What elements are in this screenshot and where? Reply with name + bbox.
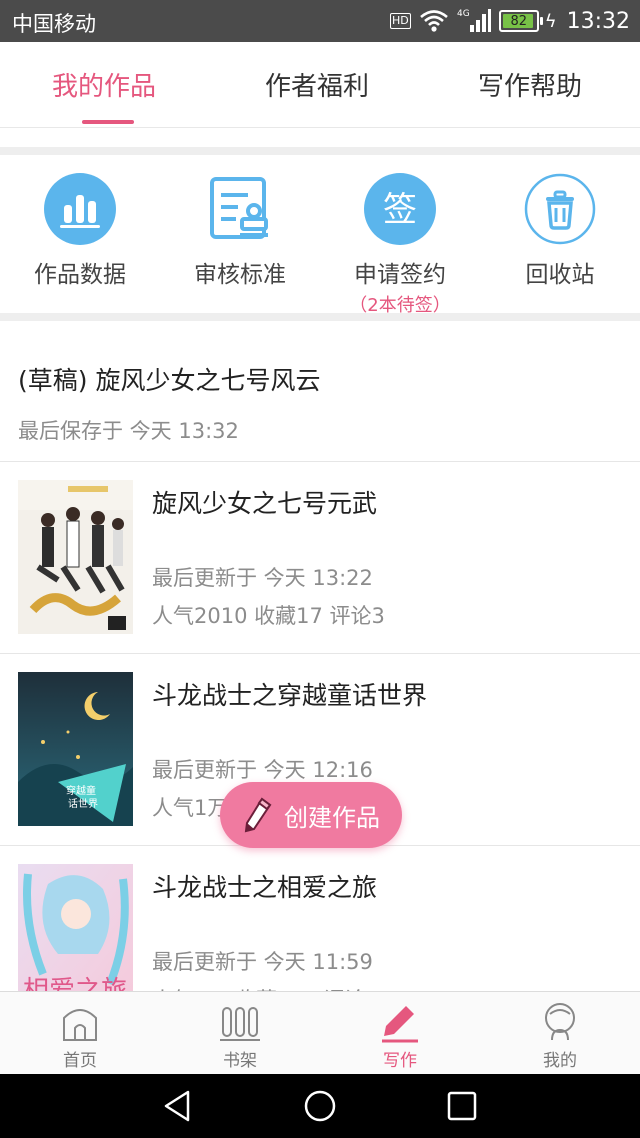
work-last-updated: 最后更新于 今天 11:59 bbox=[152, 950, 373, 974]
network-type: 4G bbox=[457, 9, 470, 19]
tab-writing-help[interactable]: 写作帮助 bbox=[478, 66, 582, 103]
nav-label: 首页 bbox=[63, 1051, 97, 1071]
home-icon bbox=[63, 1009, 97, 1041]
action-recycle-bin[interactable]: 回收站 bbox=[490, 173, 630, 289]
pencil-icon bbox=[244, 797, 272, 833]
nav-label: 我的 bbox=[543, 1051, 577, 1071]
profile-icon bbox=[545, 1003, 575, 1041]
work-list-item[interactable]: 旋风少女之七号元武 最后更新于 今天 13:22 人气2010 收藏17 评论3 bbox=[0, 462, 640, 654]
charging-icon: ϟ bbox=[544, 10, 557, 32]
action-label: 回收站 bbox=[525, 262, 595, 288]
battery-icon: 82 bbox=[498, 10, 543, 32]
carrier-name: 中国移动 bbox=[12, 12, 96, 36]
hd-badge: HD bbox=[389, 13, 411, 29]
quick-actions: 作品数据 审核标准 签 申请签约 （2本待签） 回收站 bbox=[0, 155, 640, 316]
work-stats: 人气2010 收藏17 评论3 bbox=[152, 604, 385, 628]
book-cover-image: 穿越童 话世界 bbox=[18, 672, 133, 826]
create-work-label: 创建作品 bbox=[284, 803, 380, 832]
draft-list-item[interactable]: (草稿) 旋风少女之七号风云 最后保存于 今天 13:32 bbox=[0, 321, 640, 462]
back-icon[interactable] bbox=[160, 1088, 196, 1124]
home-circle-icon[interactable] bbox=[302, 1088, 338, 1124]
cover-title-text: 穿越童 bbox=[66, 784, 96, 797]
nav-bookshelf[interactable]: 书架 bbox=[190, 1000, 290, 1071]
action-work-data[interactable]: 作品数据 bbox=[10, 173, 150, 289]
work-title: 斗龙战士之穿越童话世界 bbox=[152, 681, 428, 710]
section-divider bbox=[0, 313, 640, 321]
status-time: 13:32 bbox=[566, 8, 630, 34]
action-label: 申请签约 bbox=[354, 262, 446, 288]
sign-icon: 签 bbox=[364, 173, 436, 245]
bar-chart-icon bbox=[44, 173, 116, 245]
system-navigation-bar bbox=[0, 1074, 640, 1138]
work-last-updated: 最后更新于 今天 13:22 bbox=[152, 566, 373, 590]
top-tabs: 我的作品 作者福利 写作帮助 bbox=[0, 42, 640, 128]
nav-write[interactable]: 写作 bbox=[350, 1000, 450, 1071]
document-stamp-icon bbox=[210, 177, 268, 239]
recent-apps-icon[interactable] bbox=[444, 1088, 480, 1124]
active-tab-indicator bbox=[82, 120, 134, 124]
create-work-button[interactable]: 创建作品 bbox=[220, 782, 402, 848]
action-review-standards[interactable]: 审核标准 bbox=[170, 173, 310, 289]
work-title: 旋风少女之七号元武 bbox=[152, 489, 378, 518]
draft-title: (草稿) 旋风少女之七号风云 bbox=[18, 366, 321, 395]
nav-home[interactable]: 首页 bbox=[30, 1000, 130, 1071]
wifi-icon bbox=[419, 10, 448, 32]
status-bar: 中国移动 HD 4G 82 ϟ 13:32 bbox=[0, 0, 640, 42]
section-divider bbox=[0, 147, 640, 155]
work-title: 斗龙战士之相爱之旅 bbox=[152, 873, 378, 902]
sign-icon-glyph: 签 bbox=[383, 190, 417, 230]
tab-my-works[interactable]: 我的作品 bbox=[52, 66, 156, 103]
battery-level: 82 bbox=[510, 13, 527, 29]
work-last-updated: 最后更新于 今天 12:16 bbox=[152, 758, 373, 782]
tab-author-benefits[interactable]: 作者福利 bbox=[265, 66, 369, 103]
action-label: 作品数据 bbox=[34, 262, 126, 288]
nav-label: 书架 bbox=[223, 1051, 257, 1071]
signal-icon: 4G bbox=[457, 9, 491, 32]
draft-last-saved: 最后保存于 今天 13:32 bbox=[18, 419, 239, 443]
pencil-icon bbox=[382, 1006, 418, 1043]
action-apply-contract[interactable]: 签 申请签约 （2本待签） bbox=[330, 173, 470, 317]
bookshelf-icon bbox=[220, 1007, 260, 1041]
trash-icon bbox=[524, 173, 596, 245]
nav-label: 写作 bbox=[383, 1051, 417, 1071]
action-label: 审核标准 bbox=[194, 262, 286, 288]
nav-mine[interactable]: 我的 bbox=[510, 1000, 610, 1071]
book-cover-image bbox=[18, 480, 133, 634]
bottom-navigation: 首页 书架 写作 我的 bbox=[0, 991, 640, 1074]
cover-title-text: 话世界 bbox=[68, 798, 98, 810]
